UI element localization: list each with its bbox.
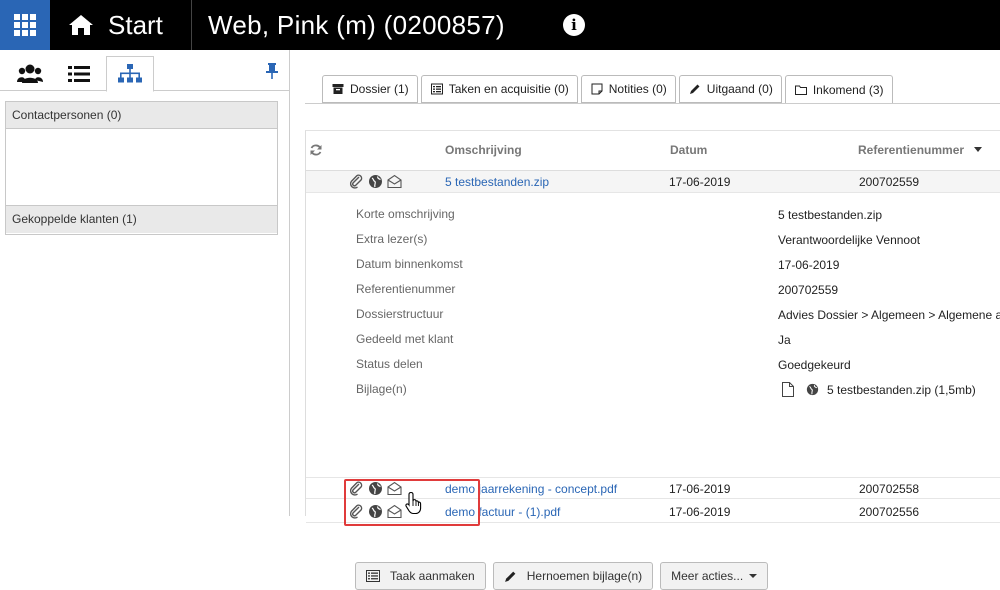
row-ref: 200702556 [859, 505, 920, 519]
detail-value: 5 testbestanden.zip [778, 208, 883, 222]
more-actions-button[interactable]: Meer acties... [660, 562, 769, 590]
more-actions-label: Meer acties... [671, 569, 744, 583]
sidebar: Contactpersonen (0) Gekoppelde klanten (… [0, 50, 290, 516]
tab-taken-label: Taken en acquisitie (0) [448, 82, 569, 96]
tab-notities-label: Notities (0) [608, 82, 667, 96]
contacts-panel: Contactpersonen (0) [5, 101, 278, 206]
detail-label: Gedeeld met klant [356, 332, 454, 346]
table-row[interactable]: 5 testbestanden.zip 17-06-2019 200702559 [306, 171, 1000, 193]
row-icons [349, 504, 406, 519]
incoming-grid: Omschrijving Datum Referentienummer 5 te… [305, 130, 1000, 590]
tab-taken[interactable]: Taken en acquisitie (0) [420, 75, 578, 103]
tab-dossier-label: Dossier (1) [350, 82, 409, 96]
archive-icon [332, 84, 344, 94]
envelope-open-icon [387, 481, 402, 496]
table-row[interactable]: demo jaarrekening - concept.pdf 17-06-20… [306, 477, 1000, 499]
envelope-open-icon [387, 504, 402, 519]
row-file-link[interactable]: 5 testbestanden.zip [445, 175, 549, 189]
client-title: Web, Pink (m) (0200857) [208, 10, 505, 40]
row-file-link[interactable]: demo factuur - (1).pdf [445, 505, 560, 519]
tab-uitgaand-label: Uitgaand (0) [706, 82, 773, 96]
detail-value: Goedgekeurd [778, 358, 851, 372]
row-details: Korte omschrijving 5 testbestanden.zip E… [306, 194, 1000, 590]
start-button[interactable]: Start [50, 0, 192, 50]
paperclip-icon [349, 504, 363, 519]
pencil-icon [504, 571, 516, 582]
detail-label: Referentienummer [356, 282, 456, 296]
home-icon [69, 15, 93, 35]
list-icon [68, 65, 90, 82]
rename-attachment-label: Hernoemen bijlage(n) [526, 569, 643, 583]
tab-dossier[interactable]: Dossier (1) [322, 75, 418, 103]
row-file-link[interactable]: demo jaarrekening - concept.pdf [445, 482, 617, 496]
tab-uitgaand[interactable]: Uitgaand (0) [678, 75, 782, 103]
detail-label: Dossierstructuur [356, 307, 444, 321]
detail-value: 17-06-2019 [778, 258, 840, 272]
globe-icon [369, 175, 382, 188]
apps-menu-button[interactable] [0, 0, 50, 50]
sort-desc-icon[interactable] [974, 147, 982, 152]
globe-icon [369, 482, 382, 495]
detail-label: Datum binnenkomst [356, 257, 463, 271]
tabs-divider [305, 103, 1000, 104]
row-icons [349, 481, 406, 496]
top-bar: Start Web, Pink (m) (0200857) i [0, 0, 1000, 50]
group-icon [17, 64, 43, 83]
file-icon[interactable] [782, 382, 794, 397]
detail-value: Verantwoordelijke Vennoot [778, 233, 921, 247]
document-tabs: Dossier (1) Taken en acquisitie (0) Noti… [322, 75, 896, 104]
row-ref: 200702558 [859, 482, 920, 496]
caret-down-icon [749, 574, 758, 578]
globe-icon [369, 505, 382, 518]
row-icons [349, 174, 406, 189]
main-content: Dossier (1) Taken en acquisitie (0) Noti… [291, 50, 1000, 590]
sidebar-tabs [0, 50, 289, 92]
envelope-open-icon [387, 174, 402, 189]
start-label: Start [108, 9, 163, 40]
linked-clients-panel: Gekoppelde klanten (1) [5, 206, 278, 235]
pin-icon[interactable] [264, 62, 280, 80]
grid-icon [14, 14, 36, 36]
paperclip-icon [349, 174, 363, 189]
pencil-icon [689, 84, 700, 94]
linked-clients-panel-header[interactable]: Gekoppelde klanten (1) [6, 206, 277, 233]
folder-icon [794, 85, 807, 95]
column-header-datum[interactable]: Datum [670, 143, 707, 157]
detail-actions: Taak aanmaken Hernoemen bijlage(n) Meer … [355, 562, 775, 590]
detail-label: Status delen [356, 357, 423, 371]
tab-inkomend[interactable]: Inkomend (3) [784, 75, 893, 104]
rename-attachment-button[interactable]: Hernoemen bijlage(n) [492, 562, 654, 590]
hierarchy-icon [118, 64, 142, 83]
tab-notities[interactable]: Notities (0) [580, 75, 676, 103]
detail-value: Advies Dossier > Algemeen > Algemene a [778, 308, 1000, 322]
sidebar-tab-list[interactable] [55, 56, 103, 91]
table-row[interactable]: demo factuur - (1).pdf 17-06-2019 200702… [306, 501, 1000, 523]
refresh-icon[interactable] [309, 143, 323, 157]
paperclip-icon [349, 481, 363, 496]
detail-label: Bijlage(n) [356, 382, 407, 396]
row-date: 17-06-2019 [669, 505, 731, 519]
sidebar-tab-contacts[interactable] [6, 56, 54, 91]
attachment-link[interactable]: 5 testbestanden.zip (1,5mb) [827, 383, 976, 397]
column-header-referentienummer[interactable]: Referentienummer [858, 143, 964, 157]
globe-icon [806, 383, 819, 396]
detail-value: 200702559 [778, 283, 839, 297]
info-icon[interactable]: i [563, 14, 585, 36]
grid-header: Omschrijving Datum Referentienummer [306, 131, 1000, 171]
create-task-label: Taak aanmaken [390, 569, 475, 583]
detail-label: Extra lezer(s) [356, 232, 428, 246]
tasks-icon [366, 570, 380, 582]
row-date: 17-06-2019 [669, 175, 731, 189]
sidebar-tab-hierarchy[interactable] [106, 56, 154, 92]
detail-value: Ja [778, 333, 791, 347]
create-task-button[interactable]: Taak aanmaken [355, 562, 486, 590]
tasks-icon [430, 83, 443, 95]
row-ref: 200702559 [859, 175, 920, 189]
row-date: 17-06-2019 [669, 482, 731, 496]
column-header-omschrijving[interactable]: Omschrijving [445, 143, 522, 157]
contacts-panel-header[interactable]: Contactpersonen (0) [6, 102, 277, 129]
tab-inkomend-label: Inkomend (3) [812, 82, 884, 97]
note-icon [591, 83, 603, 95]
detail-label: Korte omschrijving [356, 207, 455, 221]
